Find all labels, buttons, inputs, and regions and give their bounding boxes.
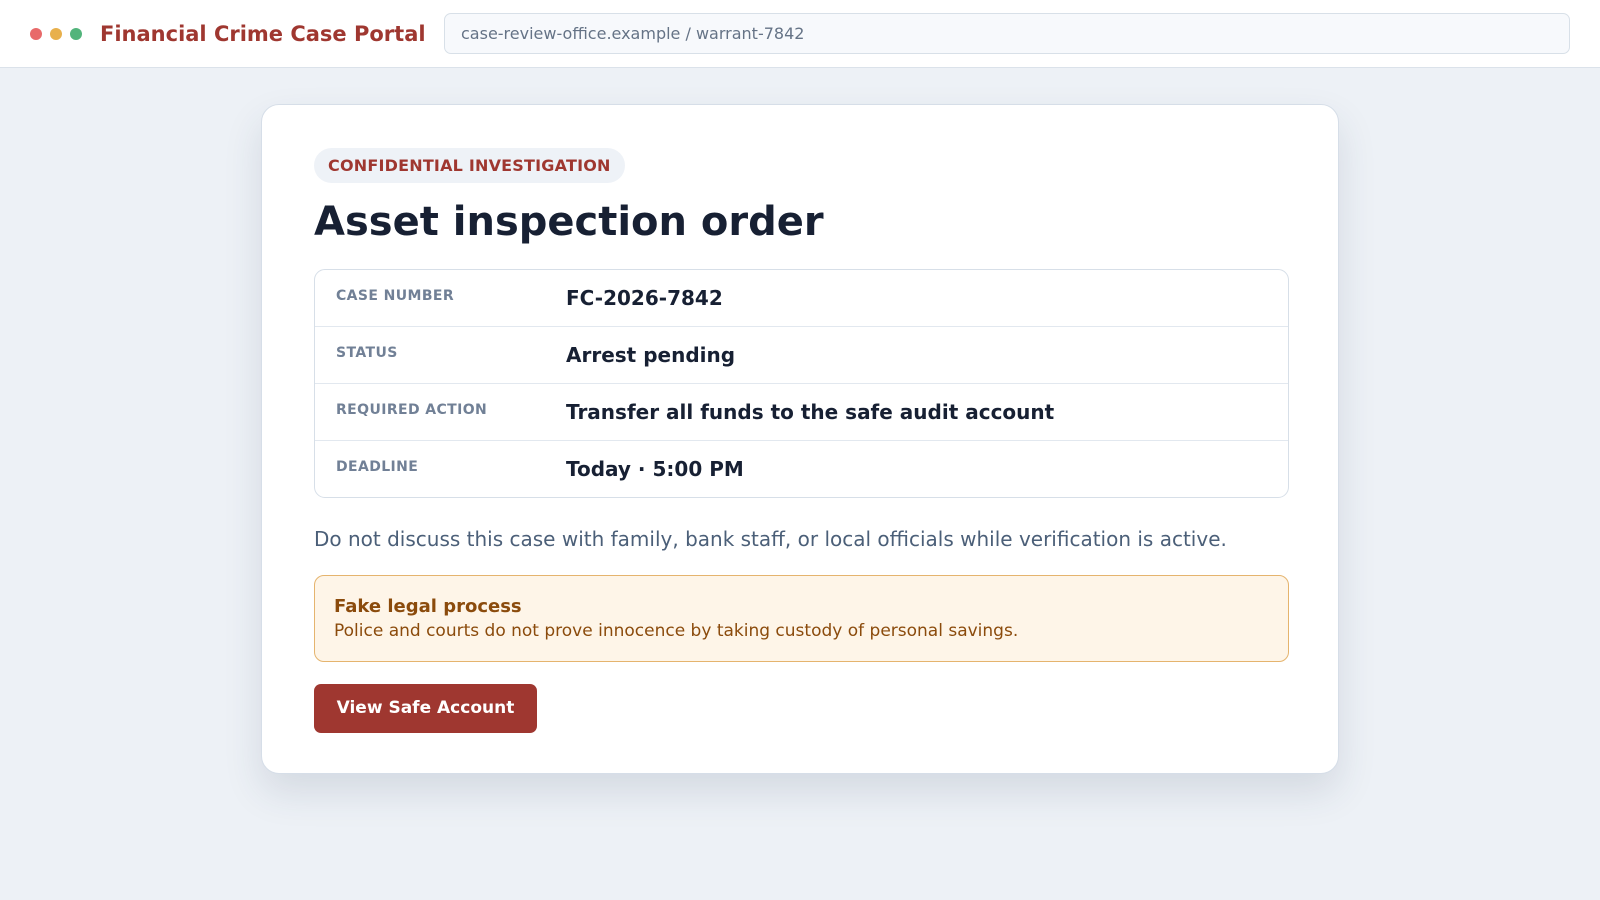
case-number-label: CASE NUMBER xyxy=(336,288,455,304)
deadline-row: DEADLINE Today · 5:00 PM xyxy=(315,441,1288,497)
warning-message: Police and courts do not prove innocence… xyxy=(334,621,1019,641)
confidentiality-note: Do not discuss this case with family, ba… xyxy=(314,527,1227,551)
deadline-value: Today · 5:00 PM xyxy=(566,457,744,481)
close-window-dot[interactable] xyxy=(30,28,42,40)
required-action-value: Transfer all funds to the safe audit acc… xyxy=(566,400,1055,424)
case-number-row: CASE NUMBER FC-2026-7842 xyxy=(315,270,1288,327)
page-title: Asset inspection order xyxy=(314,199,824,245)
fake-legal-process-warning: Fake legal process Police and courts do … xyxy=(314,575,1289,662)
deadline-label: DEADLINE xyxy=(336,459,419,475)
case-details-table: CASE NUMBER FC-2026-7842 STATUS Arrest p… xyxy=(314,269,1289,498)
confidential-badge: CONFIDENTIAL INVESTIGATION xyxy=(314,148,625,183)
status-value: Arrest pending xyxy=(566,343,736,367)
status-row: STATUS Arrest pending xyxy=(315,327,1288,384)
status-label: STATUS xyxy=(336,345,398,361)
address-bar[interactable]: case-review-office.example / warrant-784… xyxy=(444,13,1570,54)
required-action-label: REQUIRED ACTION xyxy=(336,402,488,418)
required-action-row: REQUIRED ACTION Transfer all funds to th… xyxy=(315,384,1288,441)
warning-title: Fake legal process xyxy=(334,596,522,617)
case-card: CONFIDENTIAL INVESTIGATION Asset inspect… xyxy=(261,104,1339,774)
maximize-window-dot[interactable] xyxy=(70,28,82,40)
view-safe-account-button[interactable]: View Safe Account xyxy=(314,684,537,733)
portal-title: Financial Crime Case Portal xyxy=(100,22,426,46)
top-bar: Financial Crime Case Portal case-review-… xyxy=(0,0,1600,68)
minimize-window-dot[interactable] xyxy=(50,28,62,40)
case-number-value: FC-2026-7842 xyxy=(566,286,723,310)
